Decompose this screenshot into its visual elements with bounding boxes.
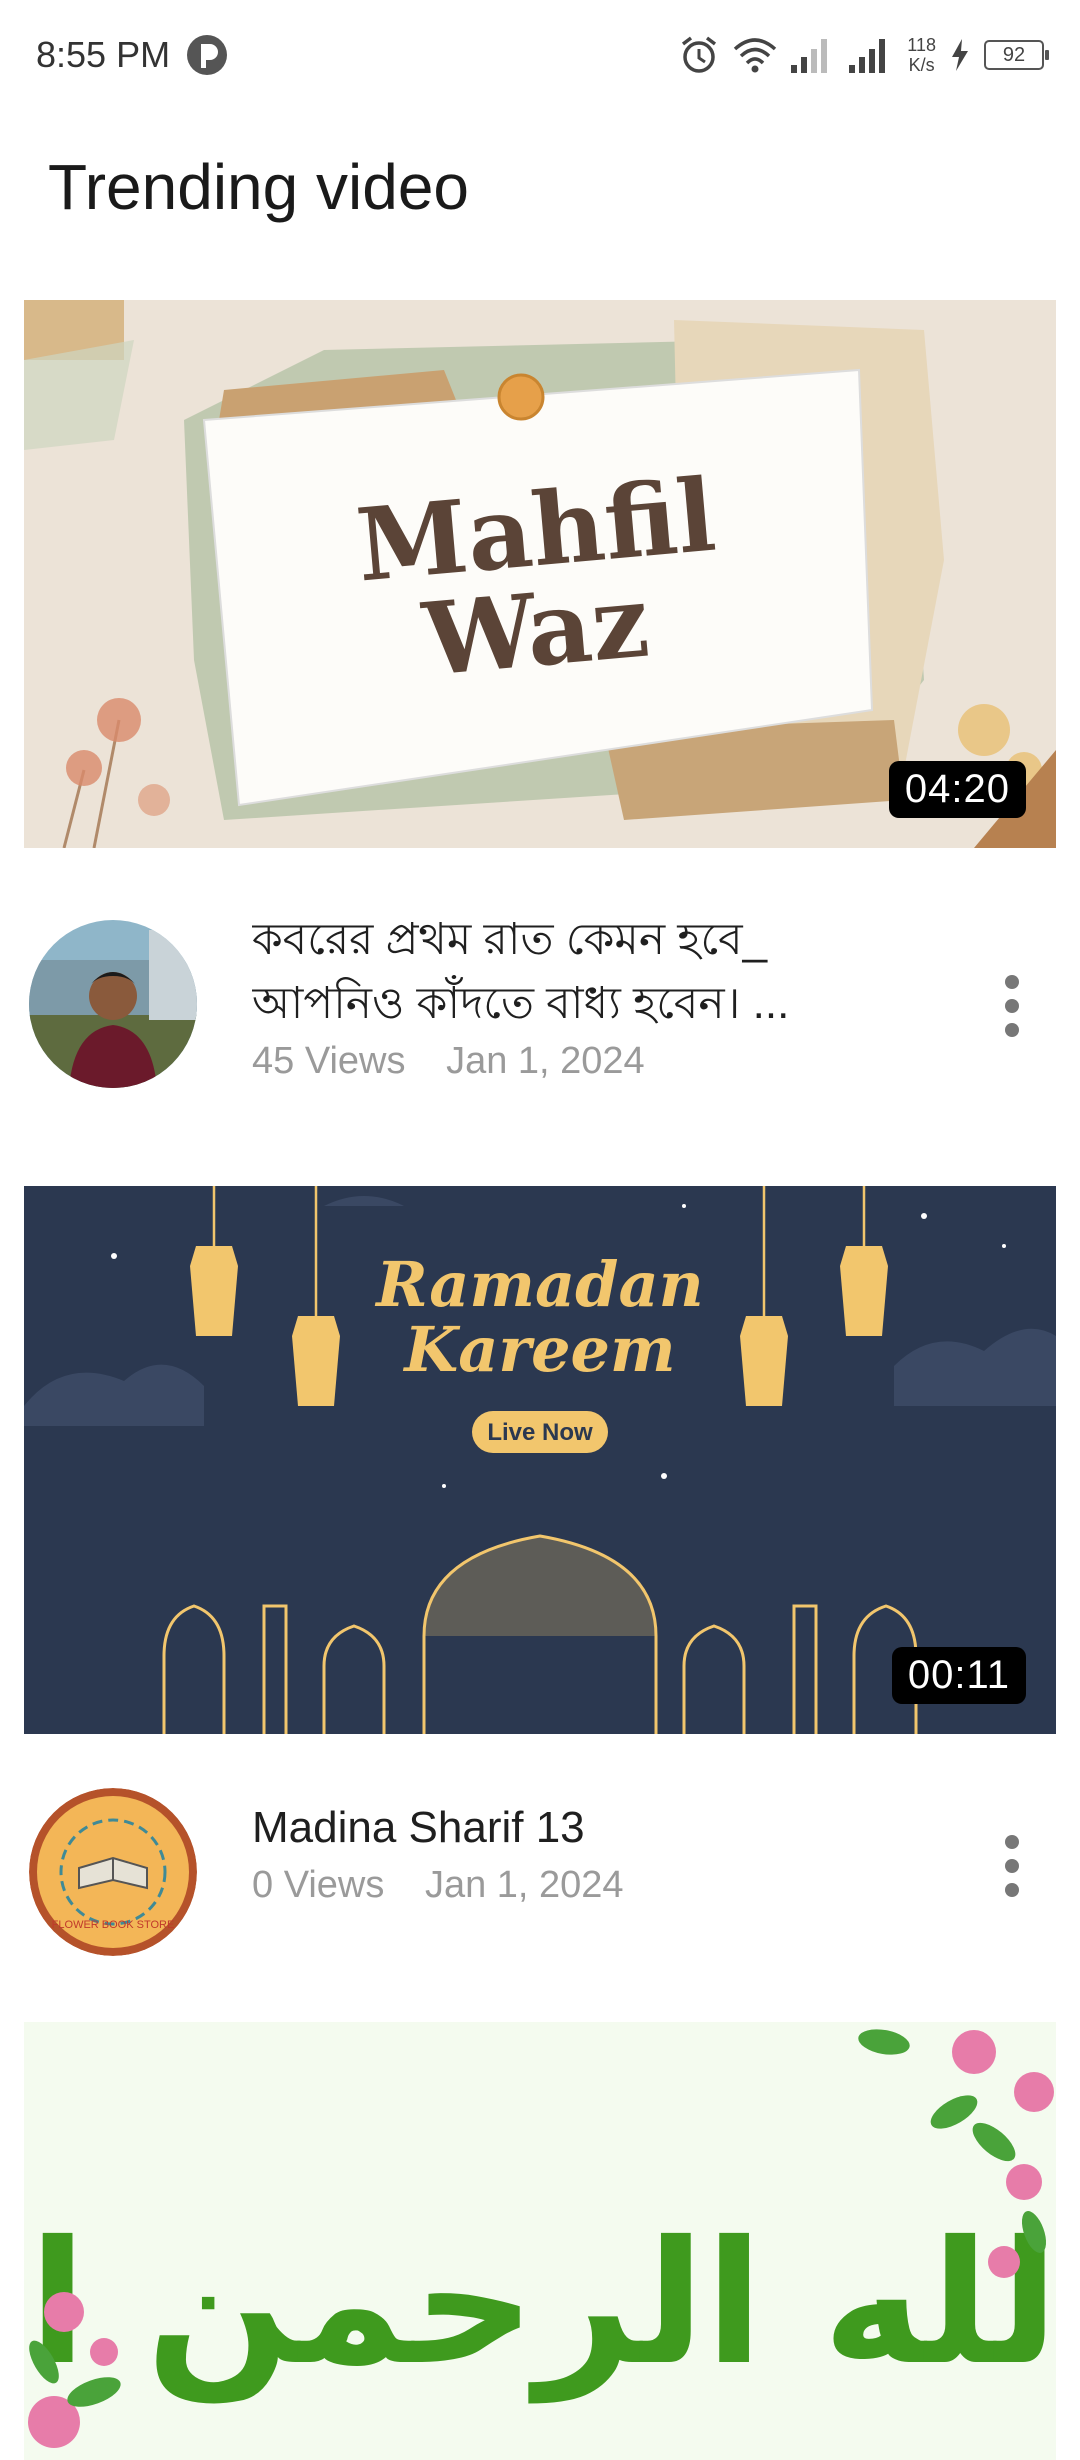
signal-icon-2 (849, 39, 886, 73)
net-speed-value: 118 (907, 35, 936, 55)
view-count: 45 Views (252, 1040, 406, 1082)
video-thumbnail[interactable]: بسم الله الرحمن الرحيم (24, 2022, 1056, 2460)
channel-avatar[interactable] (29, 920, 197, 1088)
page-title: Trending video (48, 151, 469, 223)
net-speed-unit: K/s (908, 55, 935, 75)
dot (1005, 1859, 1019, 1873)
upload-date: Jan 1, 2024 (446, 1040, 645, 1082)
video-card[interactable]: Ramadan Kareem Live Now 00:11 FLOWER BOO… (24, 1186, 1056, 1994)
thumb-calligraphy: بسم الله الرحمن الرحيم (24, 2205, 1056, 2404)
video-title[interactable]: Madina Sharif 13 (252, 1796, 912, 1860)
video-duration: 00:11 (891, 1647, 1026, 1704)
channel-avatar[interactable]: FLOWER BOOK STORE (29, 1788, 197, 1956)
more-options-button[interactable] (982, 1816, 1042, 1916)
status-time: 8:55 PM (36, 34, 171, 75)
wifi-icon (734, 38, 777, 73)
more-options-button[interactable] (982, 956, 1042, 1056)
dot (1005, 1883, 1019, 1897)
bismillah-artwork: بسم الله الرحمن الرحيم (24, 2022, 1056, 2460)
dot (1005, 975, 1019, 989)
avatar-logo: FLOWER BOOK STORE (29, 1788, 197, 1956)
alarm-icon (682, 36, 717, 73)
thumb-text-live-now: Live Now (487, 1419, 593, 1446)
video-card[interactable]: بسم الله الرحمن الرحيم (24, 2022, 1056, 2460)
dot (1005, 999, 1019, 1013)
battery-icon: 92 (984, 40, 1049, 70)
upload-date: Jan 1, 2024 (424, 1864, 624, 1906)
video-meta: কবরের প্রথম রাত কেমন হবে_ আপনিও কাঁদতে ব… (24, 848, 1056, 1108)
video-meta: FLOWER BOOK STORE Madina Sharif 13 0 Vie… (24, 1734, 1056, 1994)
dot (1005, 1835, 1019, 1849)
video-title[interactable]: কবরের প্রথম রাত কেমন হবে_ আপনিও কাঁদতে ব… (252, 908, 912, 1036)
battery-level: 92 (1002, 43, 1026, 66)
avatar-photo (29, 920, 197, 1088)
status-bar: 8:55 PM 118 K/s 92 (0, 0, 1080, 110)
signal-icon-1 (791, 39, 828, 73)
network-speed: 118 K/s (907, 35, 936, 75)
thumb-text-waz: Waz (418, 562, 654, 699)
dot (1005, 1023, 1019, 1037)
thumb-text-kareem: Kareem (402, 1313, 675, 1386)
charging-icon (952, 39, 968, 71)
thumb-text-ramadan: Ramadan (374, 1248, 704, 1321)
app-notification-icon (187, 35, 228, 75)
video-thumbnail[interactable]: Mahfil Waz 04:20 (24, 300, 1056, 848)
video-card[interactable]: Mahfil Waz 04:20 কবরের প্রথম রাত কেমন হব… (24, 300, 1056, 1108)
video-thumbnail[interactable]: Ramadan Kareem Live Now 00:11 (24, 1186, 1056, 1734)
avatar-logo-text: FLOWER BOOK STORE (52, 1919, 175, 1931)
video-duration: 04:20 (888, 761, 1026, 818)
view-count: 0 Views (252, 1864, 385, 1906)
